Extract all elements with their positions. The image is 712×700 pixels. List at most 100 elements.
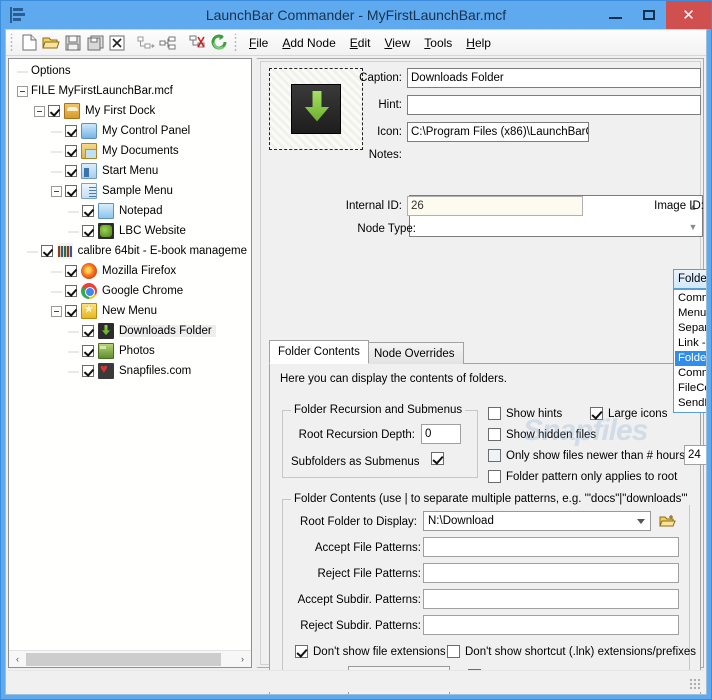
tree-node[interactable]: Start Menu [9, 161, 251, 181]
large-icons-row[interactable]: Large icons [590, 407, 667, 420]
tree-node-checkbox[interactable] [82, 225, 94, 237]
menu-add-node[interactable]: Add Node [275, 33, 342, 53]
node-type-combo[interactable]: Folder - a node that shows the contents … [673, 269, 707, 289]
tree-node-checkbox[interactable] [48, 105, 60, 117]
tree-node[interactable]: Google Chrome [9, 281, 251, 301]
tree-node-checkbox[interactable] [65, 285, 77, 297]
tree-node[interactable]: calibre 64bit - E-book manageme [9, 241, 251, 261]
collapse-icon[interactable] [51, 305, 62, 317]
collapse-icon[interactable] [17, 85, 28, 97]
scrollbar-thumb[interactable] [26, 652, 221, 666]
root-recursion-depth-input[interactable]: 0 [421, 424, 461, 444]
tree-node-label: Photos [119, 345, 155, 357]
node-type-option[interactable]: CommandlineOutput - dynamically created … [675, 366, 706, 381]
folder-pattern-root-row[interactable]: Folder pattern only applies to root [488, 470, 677, 483]
root-folder-combo[interactable]: N:\Download [423, 511, 651, 531]
no-file-extensions-row[interactable]: Don't show file extensions [295, 645, 446, 658]
add-sibling-node-icon[interactable] [157, 32, 179, 54]
hours-input[interactable]: 24 [684, 445, 706, 465]
accept-subdir-patterns-input[interactable] [423, 589, 679, 609]
collapse-icon[interactable] [51, 185, 62, 197]
node-type-option[interactable]: Command - a program, file, folder, or ur… [675, 291, 706, 306]
tree-node[interactable]: My First Dock [9, 101, 251, 121]
tree-node-checkbox[interactable] [82, 345, 94, 357]
menu-edit[interactable]: Edit [343, 33, 378, 53]
tree-node-checkbox[interactable] [65, 305, 77, 317]
cut-node-icon[interactable] [186, 32, 208, 54]
subfolders-as-submenus-checkbox[interactable] [431, 452, 444, 465]
show-hints-row[interactable]: Show hints [488, 407, 562, 420]
tree-node-checkbox[interactable] [82, 205, 94, 217]
menu-view[interactable]: View [377, 33, 417, 53]
node-type-value: Folder - a node that shows the contents … [678, 273, 707, 285]
tree-horizontal-scrollbar[interactable]: ‹ › [9, 650, 251, 667]
reject-file-patterns-input[interactable] [423, 563, 679, 583]
open-file-icon[interactable] [40, 32, 62, 54]
tree-node-checkbox[interactable] [65, 185, 77, 197]
show-hints-checkbox[interactable] [488, 407, 501, 420]
tree-node[interactable]: My Documents [9, 141, 251, 161]
caption-input[interactable]: Downloads Folder [407, 68, 701, 88]
tree-node-checkbox[interactable] [65, 165, 77, 177]
refresh-icon[interactable] [208, 32, 230, 54]
reject-subdir-patterns-input[interactable] [423, 615, 679, 635]
no-file-extensions-checkbox[interactable] [295, 645, 308, 658]
node-type-dropdown-list[interactable]: Command - a program, file, folder, or ur… [673, 289, 706, 413]
node-type-option[interactable]: Menu - a menu, submenu, or group [675, 306, 706, 321]
node-type-option[interactable]: Folder - a node that shows the contents … [675, 351, 706, 366]
no-lnk-extensions-checkbox[interactable] [447, 645, 460, 658]
tree-node[interactable]: New Menu [9, 301, 251, 321]
menu-file[interactable]: File [242, 33, 275, 53]
only-newer-files-row[interactable]: Only show files newer than # hours: [488, 449, 688, 462]
scroll-right-button[interactable]: › [234, 650, 251, 667]
node-type-option[interactable]: SendKeys - a node that simulates keypres… [675, 396, 706, 411]
tree-node[interactable]: Downloads Folder [9, 321, 251, 341]
accept-file-patterns-input[interactable] [423, 537, 679, 557]
large-icons-checkbox[interactable] [590, 407, 603, 420]
tree-node[interactable]: FILE MyFirstLaunchBar.mcf [9, 81, 251, 101]
menu-help[interactable]: Help [459, 33, 498, 53]
tree-node-checkbox[interactable] [82, 325, 94, 337]
save-as-icon[interactable] [84, 32, 106, 54]
collapse-icon[interactable] [34, 105, 45, 117]
delete-icon[interactable] [106, 32, 128, 54]
icon-path-input[interactable]: C:\Program Files (x86)\LaunchBarCo [407, 122, 589, 142]
tree-node-checkbox[interactable] [65, 265, 77, 277]
node-type-option[interactable]: FileContents - menu contents taken from … [675, 381, 706, 396]
tree-node-checkbox[interactable] [65, 145, 77, 157]
scroll-left-button[interactable]: ‹ [9, 650, 26, 667]
node-tree[interactable]: Options FILE MyFirstLaunchBar.mcf My First… [9, 61, 251, 649]
resize-grip[interactable] [689, 678, 701, 690]
tree-node[interactable]: LBC Website [9, 221, 251, 241]
maximize-button[interactable] [632, 1, 666, 29]
node-type-option[interactable]: Separator - a separator dividing items [675, 321, 706, 336]
toolbar-grip[interactable] [9, 33, 15, 52]
tree-node[interactable]: Mozilla Firefox [9, 261, 251, 281]
tab-node-overrides[interactable]: Node Overrides [365, 342, 464, 364]
tree-node[interactable]: Options [9, 61, 251, 81]
browse-folder-button[interactable] [657, 511, 677, 531]
tree-node[interactable]: Sample Menu [9, 181, 251, 201]
tree-node[interactable]: Notepad [9, 201, 251, 221]
tree-node[interactable]: Photos [9, 341, 251, 361]
menu-tools[interactable]: Tools [417, 33, 459, 53]
only-newer-files-checkbox[interactable] [488, 449, 501, 462]
tree-node[interactable]: Snapfiles.com [9, 361, 251, 381]
tab-folder-contents[interactable]: Folder Contents [269, 340, 369, 364]
tree-node[interactable]: My Control Panel [9, 121, 251, 141]
no-lnk-extensions-row[interactable]: Don't show shortcut (.lnk) extensions/pr… [447, 645, 696, 658]
tree-node-checkbox[interactable] [40, 245, 53, 257]
save-file-icon[interactable] [62, 32, 84, 54]
show-hidden-files-row[interactable]: Show hidden files [488, 428, 596, 441]
menubar-grip[interactable] [233, 33, 239, 52]
tree-node-checkbox[interactable] [82, 365, 94, 377]
minimize-button[interactable] [598, 1, 632, 29]
tree-node-checkbox[interactable] [65, 125, 77, 137]
folder-pattern-root-checkbox[interactable] [488, 470, 501, 483]
close-button[interactable]: ✕ [666, 1, 711, 29]
node-type-option[interactable]: Link - a virtual link to another node [675, 336, 706, 351]
hint-input[interactable] [407, 95, 701, 115]
new-file-icon[interactable] [18, 32, 40, 54]
show-hidden-files-checkbox[interactable] [488, 428, 501, 441]
add-child-node-icon[interactable] [135, 32, 157, 54]
